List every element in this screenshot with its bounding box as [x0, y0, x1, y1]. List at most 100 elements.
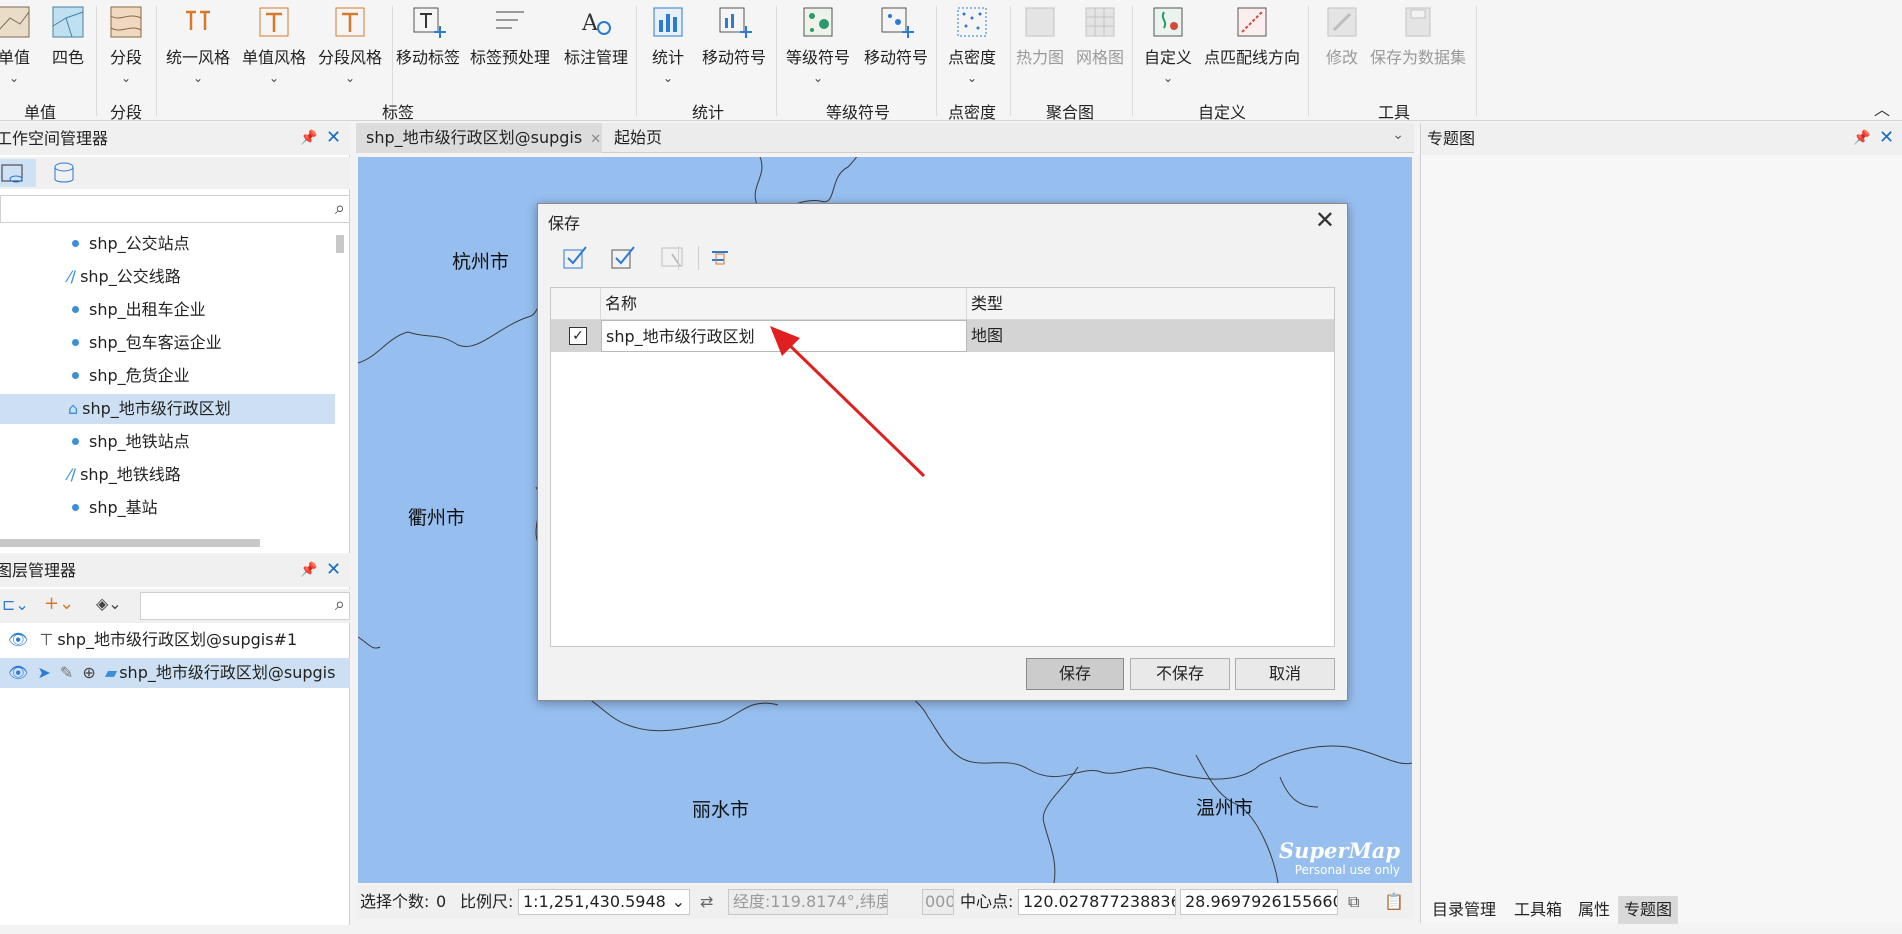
custom-button[interactable]: 自定义 ⌄ — [1144, 4, 1192, 84]
settings-icon[interactable] — [708, 244, 734, 270]
close-icon[interactable]: ✕ — [326, 559, 341, 580]
tab-toolbox[interactable]: 工具箱 — [1508, 896, 1568, 924]
unique-label-button[interactable]: 单值风格 ⌄ — [242, 4, 306, 84]
copy-icon[interactable]: ⧉ — [1348, 885, 1359, 919]
document-tabs: shp_地市级行政区划@supgis ✕ 起始页 ⌄ — [356, 123, 1414, 153]
four-color-icon — [52, 6, 84, 38]
visible-eye-icon[interactable]: 👁 — [8, 663, 28, 682]
tree-item[interactable]: shp_出租车企业 — [60, 295, 206, 325]
coordinate-extra: 000 — [922, 889, 954, 915]
scale-select[interactable]: 1:1,251,430.5948 ⌄ — [518, 889, 690, 915]
unique-value-button[interactable]: 单值 ⌄ — [0, 4, 32, 84]
grid-map-button[interactable]: 网格图 — [1076, 4, 1124, 68]
center-x-input[interactable]: 120.02787723883608 — [1018, 889, 1176, 915]
swap-icon[interactable]: ⇄ — [700, 885, 713, 919]
graduated-symbol-icon — [803, 7, 833, 37]
workspace-manager-title: 工作空间管理器 — [0, 123, 350, 155]
tab-close-icon[interactable]: ✕ — [590, 132, 601, 147]
point-line-direction-button[interactable]: 点匹配线方向 — [1204, 4, 1300, 68]
save-button[interactable]: 保存 — [1026, 658, 1124, 690]
row-checkbox[interactable]: ✓ — [569, 327, 587, 345]
search-icon[interactable]: ⌕ — [335, 594, 345, 615]
tree-item[interactable]: ⁄∕ shp_地铁线路 — [60, 460, 181, 490]
heatmap-button[interactable]: 热力图 — [1016, 4, 1064, 68]
save-dataset-button[interactable]: 保存为数据集 — [1370, 4, 1466, 68]
uniform-label-button[interactable]: 统一风格 ⌄ — [166, 4, 230, 84]
ranges-label-button[interactable]: 分段风格 ⌄ — [318, 4, 382, 84]
modify-button[interactable]: 修改 — [1324, 4, 1360, 68]
tab-properties[interactable]: 属性 — [1572, 896, 1616, 924]
center-label: 中心点: — [960, 892, 1014, 911]
dot-density-button[interactable]: 点密度 ⌄ — [948, 4, 996, 84]
four-color-button[interactable]: 四色 — [50, 4, 86, 68]
layer-manager-panel: 图层管理器 📌 ✕ ⊏⌄ +⌄ ◈⌄ ⌕ 👁 ⊤ shp_地市级行政区划@supg… — [0, 555, 350, 925]
layer-toolbar: ⊏⌄ +⌄ ◈⌄ ⌕ — [0, 589, 350, 623]
dialog-close-icon[interactable]: ✕ — [1315, 206, 1335, 234]
pin-icon[interactable]: 📌 — [300, 562, 317, 578]
layer-item-selected[interactable]: 👁 ➤ ✎ ⊕ ▰ shp_地市级行政区划@supgis — [0, 658, 350, 688]
tab-thematic[interactable]: 专题图 — [1618, 896, 1679, 924]
label-preprocess-button[interactable]: 标签预处理 — [470, 4, 550, 68]
tree-item[interactable]: shp_危货企业 — [60, 361, 190, 391]
collapse-ribbon-icon[interactable]: ︿ — [1874, 96, 1890, 120]
tab-start-page[interactable]: 起始页 — [604, 123, 672, 153]
close-icon[interactable]: ✕ — [1879, 127, 1894, 148]
row-type-cell: 地图 — [971, 326, 1004, 345]
grid-header-name: 名称 — [601, 288, 967, 320]
tree-item[interactable]: shp_包车客运企业 — [60, 328, 222, 358]
pin-icon[interactable]: 📌 — [1853, 130, 1870, 146]
tab-dropdown-icon[interactable]: ⌄ — [1392, 127, 1404, 143]
tab-map[interactable]: shp_地市级行政区划@supgis ✕ — [356, 123, 602, 153]
select-disabled-icon[interactable] — [660, 244, 686, 270]
tree-scrollbar-thumb[interactable] — [336, 235, 344, 253]
layer-item[interactable]: 👁 ⊤ shp_地市级行政区划@supgis#1 — [0, 625, 350, 655]
dont-save-button[interactable]: 不保存 — [1130, 658, 1230, 690]
select-all-icon[interactable] — [562, 244, 588, 270]
city-label: 杭州市 — [452, 251, 510, 273]
label-preprocess-icon — [496, 11, 524, 29]
workspace-toolbar — [0, 157, 350, 189]
move-symbol-button[interactable]: 移动符号 — [702, 4, 766, 68]
annotation-manage-button[interactable]: A 标注管理 — [564, 4, 628, 68]
table-row[interactable]: ✓ shp_地市级行政区划 地图 — [551, 320, 1334, 352]
add-layer-icon[interactable]: +⌄ — [44, 593, 74, 614]
select-invert-icon[interactable] — [610, 244, 636, 270]
paste-icon[interactable]: 📋 — [1384, 885, 1404, 919]
uniform-label-icon — [186, 10, 210, 30]
datasource-icon[interactable] — [0, 159, 36, 187]
custom-icon — [1153, 7, 1183, 37]
tab-catalog[interactable]: 目录管理 — [1426, 896, 1502, 924]
layer-tool-icon[interactable]: ⊏⌄ — [2, 595, 29, 614]
dot-density-icon — [957, 7, 987, 37]
database-icon[interactable] — [50, 159, 78, 187]
ranges-button[interactable]: 分段 ⌄ — [108, 4, 144, 84]
tree-item-selected[interactable]: ⌂ shp_地市级行政区划 — [0, 394, 335, 424]
graduated-symbol-button[interactable]: 等级符号 ⌄ — [786, 4, 850, 84]
editable-icon[interactable]: ✎ — [60, 663, 73, 682]
statistics-button[interactable]: 统计 ⌄ — [650, 4, 686, 84]
center-y-input[interactable]: 28.96979261556605 — [1180, 889, 1338, 915]
city-label: 衢州市 — [408, 507, 466, 529]
group-label-graduated: 等级符号 — [826, 103, 891, 122]
visible-eye-icon[interactable]: 👁 — [8, 630, 28, 649]
horizontal-scrollbar[interactable] — [0, 539, 260, 547]
tree-item[interactable]: shp_基站 — [60, 493, 158, 523]
tree-item[interactable]: shp_公交站点 — [60, 229, 190, 259]
tree-item[interactable]: shp_地铁站点 — [60, 427, 190, 457]
close-icon[interactable]: ✕ — [326, 127, 341, 148]
pin-icon[interactable]: 📌 — [300, 130, 317, 146]
search-icon[interactable]: ⌕ — [335, 198, 345, 219]
grid-map-icon — [1085, 7, 1115, 37]
layer-search-input[interactable]: ⌕ — [140, 592, 350, 620]
layer-style-icon[interactable]: ◈⌄ — [96, 594, 122, 613]
snap-icon[interactable]: ⊕ — [82, 663, 95, 682]
move-label-button[interactable]: 移动标签 — [396, 4, 460, 68]
cancel-button[interactable]: 取消 — [1235, 658, 1335, 690]
selectable-icon[interactable]: ➤ — [37, 663, 50, 682]
move-symbol-2-button[interactable]: 移动符号 — [864, 4, 928, 68]
workspace-search-input[interactable]: ⌕ — [0, 195, 350, 223]
point-layer-icon — [72, 306, 79, 313]
tree-item[interactable]: ⁄∕ shp_公交线路 — [60, 262, 181, 292]
line-layer-icon: ⁄∕ — [68, 267, 77, 286]
unique-label-icon — [259, 7, 289, 37]
